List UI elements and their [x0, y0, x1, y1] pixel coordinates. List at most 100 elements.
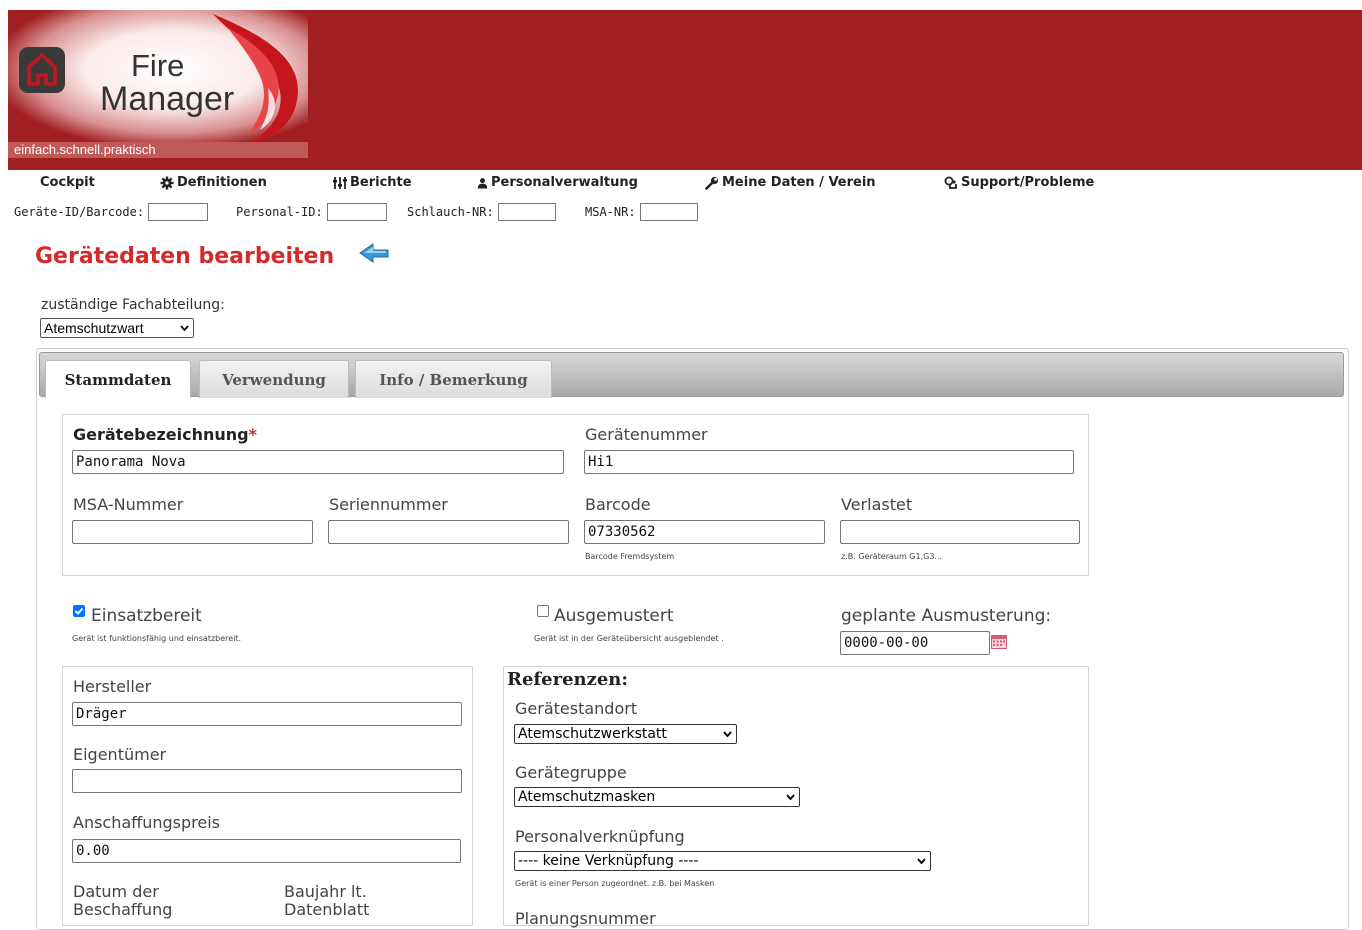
serien-input[interactable]	[328, 520, 569, 544]
bezeichnung-label: Gerätebezeichnung*	[73, 425, 257, 444]
verlastet-input[interactable]	[840, 520, 1080, 544]
slogan-text: einfach.schnell.praktisch	[14, 142, 156, 157]
nav-item-berichte[interactable]: Berichte	[333, 175, 412, 190]
nav-item-support[interactable]: Support/Probleme	[944, 175, 1094, 190]
user-icon	[477, 177, 488, 188]
ausgemustert-label: Ausgemustert	[554, 606, 674, 626]
geraete-id-label: Geräte-ID/Barcode:	[14, 205, 145, 219]
nav-label: Berichte	[350, 175, 412, 190]
nav-item-definitionen[interactable]: Definitionen	[160, 175, 267, 190]
eigentuemer-label: Eigentümer	[73, 745, 167, 764]
msa-nr-input[interactable]	[639, 203, 698, 221]
chevron-down-icon	[180, 325, 189, 332]
home-icon[interactable]	[18, 46, 66, 94]
tab-label: Verwendung	[222, 370, 326, 389]
standort-value: Atemschutzwerkstatt	[518, 726, 667, 742]
nav-label: Personalverwaltung	[491, 175, 638, 190]
barcode-label: Barcode	[585, 495, 651, 514]
nav-item-meine-daten[interactable]: Meine Daten / Verein	[705, 175, 876, 190]
ausmusterung-label: geplante Ausmusterung:	[841, 606, 1052, 626]
preis-label: Anschaffungspreis	[73, 813, 220, 832]
tab-label: Info / Bemerkung	[379, 370, 528, 389]
gear-icon	[160, 176, 174, 189]
ausmusterung-input[interactable]	[840, 631, 990, 655]
einsatzbereit-hint: Gerät ist funktionsfähig und einsatzbere…	[72, 634, 242, 643]
wrench-icon	[705, 176, 719, 190]
dept-label: zuständige Fachabteilung:	[41, 297, 225, 313]
verlastet-hint: z.B. Geräteraum G1,G3...	[841, 552, 943, 561]
support-icon	[944, 176, 957, 189]
serien-label: Seriennummer	[329, 495, 448, 514]
dept-select[interactable]: Atemschutzwart	[40, 318, 194, 338]
standort-select[interactable]: Atemschutzwerkstatt	[514, 724, 737, 744]
preis-input[interactable]	[72, 839, 461, 863]
tab-verwendung[interactable]: Verwendung	[199, 360, 349, 398]
bars-icon	[333, 176, 347, 189]
nav-label: Support/Probleme	[961, 175, 1095, 190]
personal-hint: Gerät is einer Person zugeordnet. z.B. b…	[515, 879, 715, 888]
referenzen-title: Referenzen:	[507, 669, 629, 690]
msa-input[interactable]	[72, 520, 313, 544]
gruppe-label: Gerätegruppe	[515, 763, 627, 782]
required-marker: *	[248, 425, 257, 444]
logo-text-fire: Fire	[131, 48, 185, 83]
personal-label: Personalverknüpfung	[515, 827, 685, 846]
datum-label-line2: Beschaffung	[73, 900, 173, 919]
hersteller-input[interactable]	[72, 702, 462, 726]
ausgemustert-checkbox[interactable]	[537, 605, 549, 617]
quick-search-bar: Geräte-ID/Barcode: Personal-ID: Schlauch…	[0, 203, 1362, 225]
eigentuemer-input[interactable]	[72, 769, 462, 793]
barcode-input[interactable]	[584, 520, 825, 544]
slogan-bar: einfach.schnell.praktisch	[8, 142, 308, 158]
personal-id-group: Personal-ID:	[236, 203, 387, 221]
verlastet-label: Verlastet	[841, 495, 913, 514]
baujahr-label: Baujahr lt. Datenblatt	[284, 883, 369, 919]
standort-label: Gerätestandort	[515, 699, 638, 718]
main-nav: Cockpit Definitionen Berichte Personalve…	[0, 175, 1362, 195]
personal-id-label: Personal-ID:	[236, 205, 323, 219]
geraete-id-input[interactable]	[148, 203, 209, 221]
schlauch-nr-input[interactable]	[497, 203, 556, 221]
ausgemustert-hint: Gerät ist in der Geräteübersicht ausgebl…	[534, 634, 724, 643]
barcode-hint: Barcode Fremdsystem	[585, 552, 675, 561]
datum-label-line1: Datum der	[73, 882, 159, 901]
geraete-id-group: Geräte-ID/Barcode:	[14, 203, 209, 221]
personal-value: ---- keine Verknüpfung ----	[518, 853, 699, 869]
nav-label: Definitionen	[177, 175, 267, 190]
flame-icon	[213, 14, 298, 144]
bezeichnung-input[interactable]	[72, 450, 564, 474]
personal-id-input[interactable]	[326, 203, 387, 221]
schlauch-nr-group: Schlauch-NR:	[407, 203, 556, 221]
personal-select[interactable]: ---- keine Verknüpfung ----	[514, 851, 931, 871]
top-gap	[0, 0, 1362, 10]
datum-label: Datum der Beschaffung	[73, 883, 172, 919]
nummer-label: Gerätenummer	[585, 425, 708, 444]
nav-item-personalverwaltung[interactable]: Personalverwaltung	[477, 175, 638, 190]
tab-info-bemerkung[interactable]: Info / Bemerkung	[355, 360, 552, 398]
calendar-icon[interactable]	[991, 635, 1007, 649]
schlauch-nr-label: Schlauch-NR:	[407, 205, 494, 219]
gruppe-select[interactable]: Atemschutzmasken	[514, 787, 800, 807]
nummer-input[interactable]	[584, 450, 1074, 474]
nav-label: Meine Daten / Verein	[722, 175, 876, 190]
einsatzbereit-checkbox[interactable]	[73, 605, 85, 617]
chevron-down-icon	[786, 794, 795, 801]
logo-text-manager: Manager	[100, 80, 235, 118]
page-title: Gerätedaten bearbeiten	[35, 244, 335, 269]
back-arrow-icon[interactable]	[358, 241, 390, 265]
chevron-down-icon	[723, 731, 732, 738]
msa-label: MSA-Nummer	[73, 495, 184, 514]
header-banner: Fire Manager einfach.schnell.praktisch	[8, 10, 1362, 170]
hersteller-label: Hersteller	[73, 677, 152, 696]
baujahr-label-line1: Baujahr lt.	[284, 882, 367, 901]
planung-label: Planungsnummer	[515, 909, 656, 928]
nav-label: Cockpit	[40, 175, 95, 190]
tab-stammdaten[interactable]: Stammdaten	[45, 360, 191, 398]
baujahr-label-line2: Datenblatt	[284, 900, 370, 919]
msa-nr-group: MSA-NR:	[585, 203, 698, 221]
nav-item-cockpit[interactable]: Cockpit	[40, 175, 95, 190]
bezeichnung-label-text: Gerätebezeichnung	[73, 425, 249, 444]
checkmark-icon	[74, 607, 84, 615]
dept-select-value: Atemschutzwart	[44, 320, 144, 336]
einsatzbereit-label: Einsatzbereit	[91, 606, 202, 626]
